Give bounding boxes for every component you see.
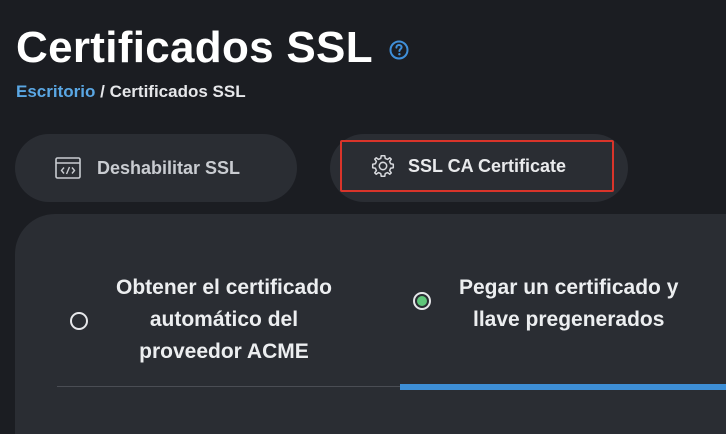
option-acme-text: Obtener el certificado automático del pr… (116, 272, 332, 368)
help-circle-icon[interactable] (389, 40, 409, 60)
page-title: Certificados SSL (16, 23, 373, 72)
breadcrumb: Escritorio / Certificados SSL (16, 82, 246, 102)
option-paste-line-2: llave pregenerados (472, 308, 665, 331)
tab-divider (57, 386, 400, 387)
ssl-ca-label: SSL CA Certificate (408, 155, 567, 176)
breadcrumb-separator: / (100, 82, 105, 101)
radio-selected-dot (417, 296, 427, 306)
code-window-icon (55, 157, 81, 179)
radio-paste[interactable] (413, 292, 431, 310)
radio-acme[interactable] (70, 312, 88, 330)
option-acme-line-1: Obtener el certificado (116, 276, 332, 299)
option-acme[interactable]: Obtener el certificado automático del pr… (70, 272, 332, 368)
breadcrumb-current: Certificados SSL (109, 82, 246, 101)
option-paste[interactable]: Pegar un certificado y llave pregenerado… (413, 272, 678, 336)
option-paste-text: Pegar un certificado y llave pregenerado… (459, 272, 678, 336)
ssl-ca-certificate-button[interactable]: SSL CA Certificate (340, 140, 614, 192)
breadcrumb-link-escritorio[interactable]: Escritorio (16, 82, 95, 101)
option-paste-line-1: Pegar un certificado y (459, 276, 679, 299)
active-tab-indicator (400, 384, 726, 390)
title-row: Certificados SSL (16, 20, 409, 76)
option-acme-line-2: automático del (149, 308, 299, 331)
option-acme-line-3: proveedor ACME (139, 340, 309, 363)
disable-ssl-label: Deshabilitar SSL (97, 157, 241, 178)
disable-ssl-button[interactable]: Deshabilitar SSL (15, 134, 297, 202)
gear-icon (371, 154, 395, 178)
